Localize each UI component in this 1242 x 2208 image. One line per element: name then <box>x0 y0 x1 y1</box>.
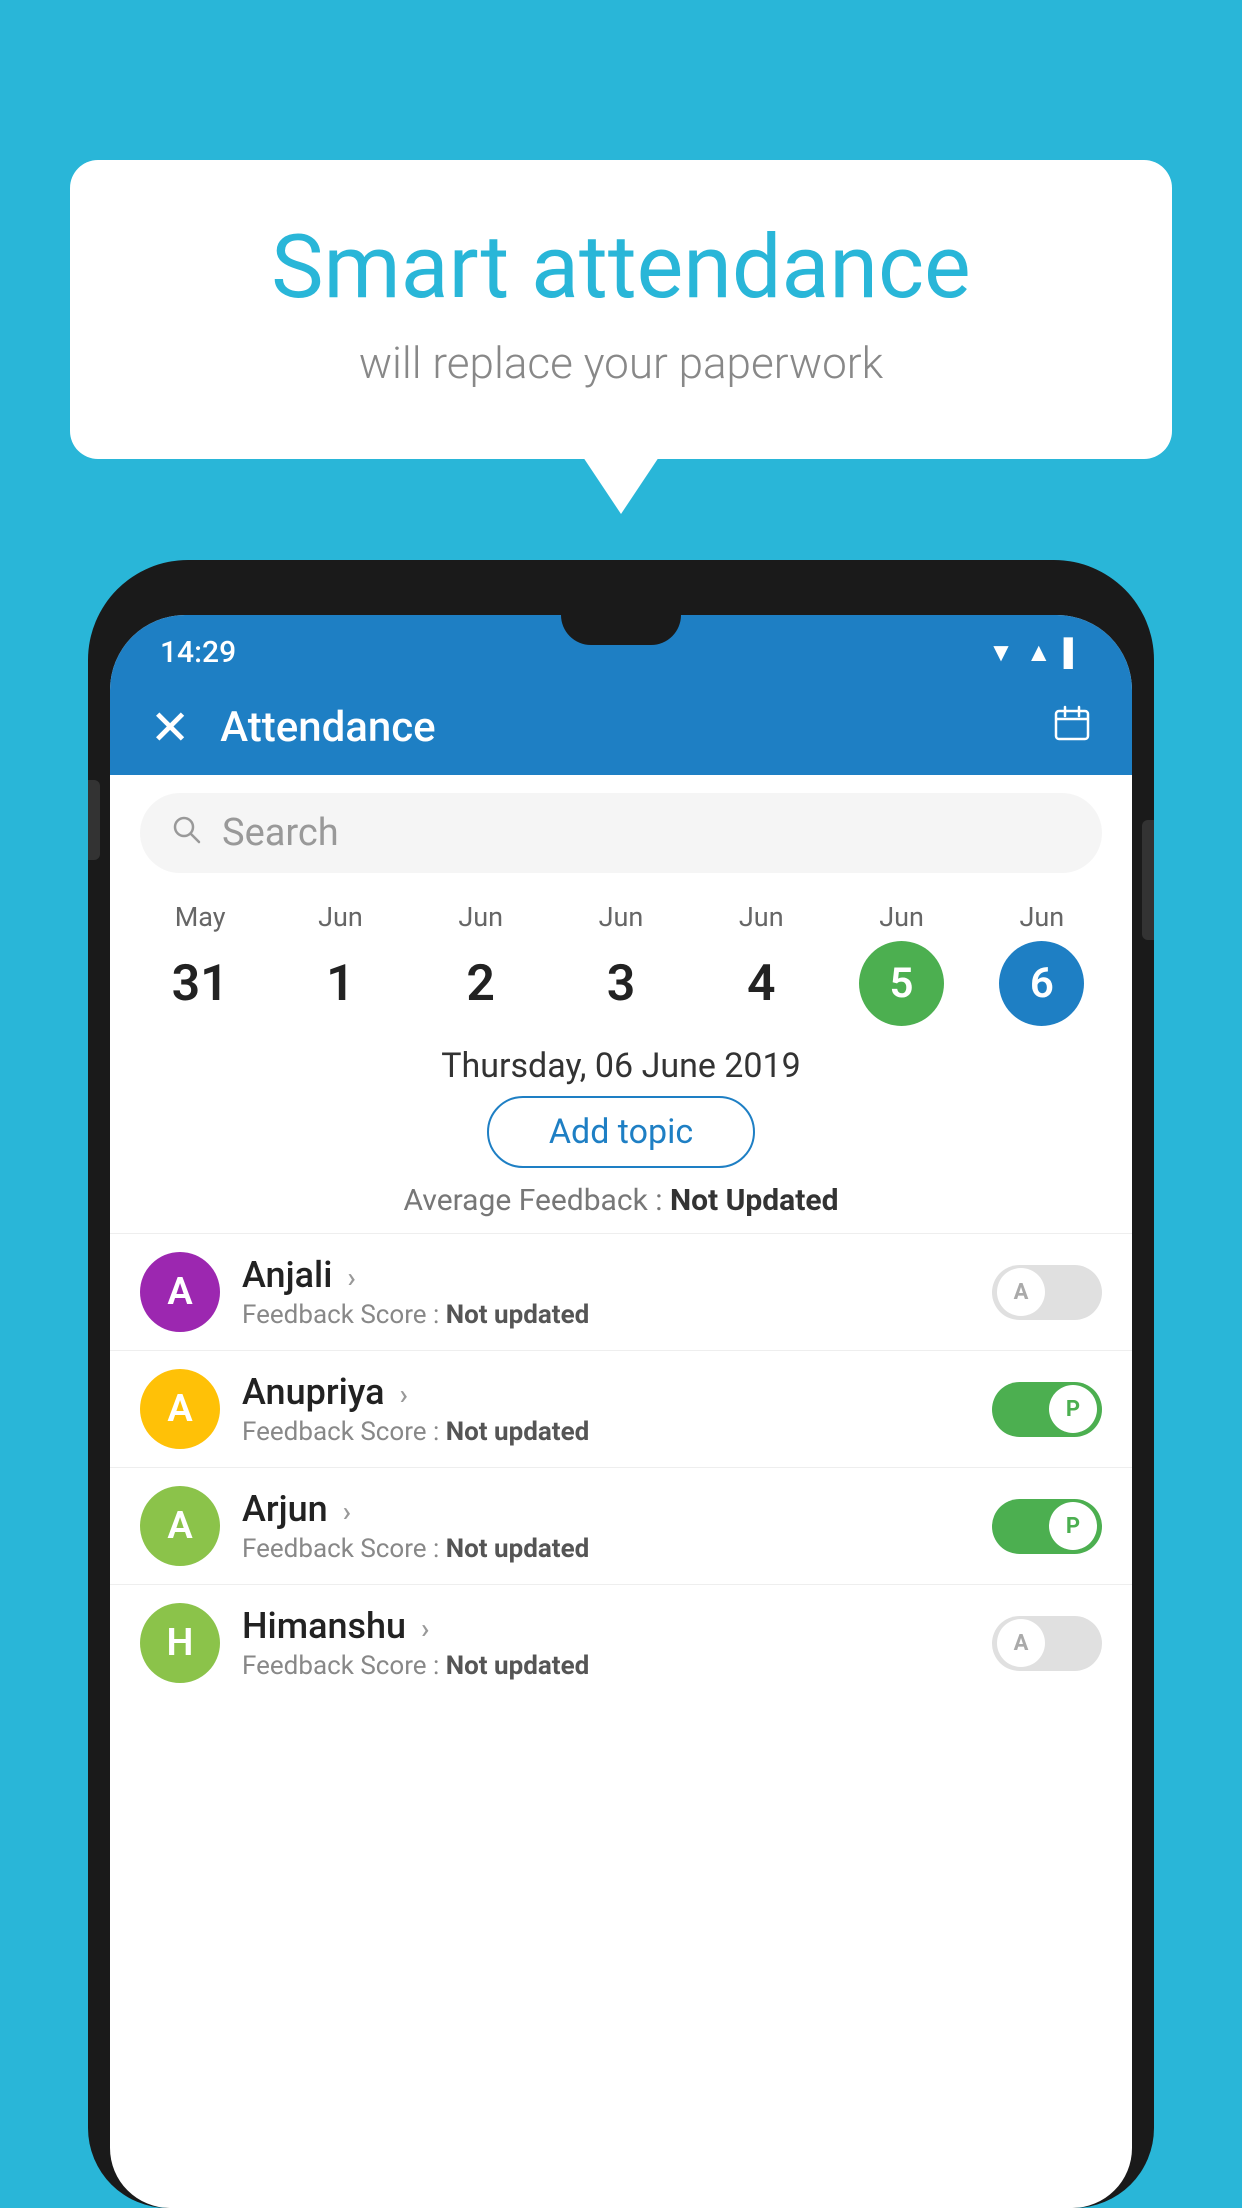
cal-date-number: 6 <box>999 941 1084 1026</box>
status-icons: ▼ ▲ ▌ <box>988 637 1082 668</box>
calendar-icon[interactable] <box>1052 703 1092 753</box>
student-item-0[interactable]: A Anjali › Feedback Score : Not updated A <box>110 1233 1132 1350</box>
attendance-toggle[interactable]: P <box>992 1499 1102 1554</box>
avg-feedback-label: Average Feedback : <box>404 1183 670 1218</box>
student-chevron-icon: › <box>421 1612 429 1645</box>
student-item-3[interactable]: H Himanshu › Feedback Score : Not updated A <box>110 1584 1132 1701</box>
selected-date-label: Thursday, 06 June 2019 <box>110 1046 1132 1086</box>
volume-button <box>88 780 100 860</box>
calendar-day-4[interactable]: Jun 4 <box>691 901 831 1026</box>
cal-date-number: 1 <box>298 941 383 1026</box>
speech-bubble-subtitle: will replace your paperwork <box>150 337 1092 389</box>
student-info: Himanshu › Feedback Score : Not updated <box>242 1605 970 1681</box>
student-avatar: A <box>140 1252 220 1332</box>
cal-month-label: Jun <box>1019 901 1064 933</box>
student-chevron-icon: › <box>347 1261 355 1294</box>
student-info: Anjali › Feedback Score : Not updated <box>242 1254 970 1330</box>
student-name: Arjun › <box>242 1488 970 1530</box>
phone-frame: 14:29 ▼ ▲ ▌ ✕ Attendance <box>88 560 1154 2208</box>
student-item-1[interactable]: A Anupriya › Feedback Score : Not updated P <box>110 1350 1132 1467</box>
toggle-knob: P <box>1049 1502 1097 1550</box>
battery-icon: ▌ <box>1064 637 1082 668</box>
search-input[interactable]: Search <box>222 811 339 855</box>
student-name: Anjali › <box>242 1254 970 1296</box>
signal-icon: ▲ <box>1026 637 1052 668</box>
student-score: Feedback Score : Not updated <box>242 1417 970 1447</box>
cal-month-label: Jun <box>458 901 503 933</box>
toggle-knob: P <box>1049 1385 1097 1433</box>
toggle-knob: A <box>997 1619 1045 1667</box>
attendance-toggle[interactable]: P <box>992 1382 1102 1437</box>
student-name: Anupriya › <box>242 1371 970 1413</box>
cal-month-label: May <box>175 901 226 933</box>
speech-bubble-title: Smart attendance <box>150 220 1092 317</box>
student-chevron-icon: › <box>399 1378 407 1411</box>
cal-date-number: 5 <box>859 941 944 1026</box>
power-button <box>1142 820 1154 940</box>
cal-date-number: 3 <box>578 941 663 1026</box>
cal-month-label: Jun <box>739 901 784 933</box>
cal-month-label: Jun <box>599 901 644 933</box>
wifi-icon: ▼ <box>988 637 1014 668</box>
attendance-toggle[interactable]: A <box>992 1265 1102 1320</box>
search-icon <box>170 813 202 854</box>
calendar-day-0[interactable]: May 31 <box>130 901 270 1026</box>
student-info: Arjun › Feedback Score : Not updated <box>242 1488 970 1564</box>
attendance-toggle[interactable]: A <box>992 1616 1102 1671</box>
student-score: Feedback Score : Not updated <box>242 1534 970 1564</box>
phone-screen: 14:29 ▼ ▲ ▌ ✕ Attendance <box>110 615 1132 2208</box>
student-avatar: A <box>140 1369 220 1449</box>
avg-feedback: Average Feedback : Not Updated <box>110 1183 1132 1218</box>
cal-date-number: 31 <box>158 941 243 1026</box>
close-button[interactable]: ✕ <box>150 699 190 756</box>
student-chevron-icon: › <box>343 1495 351 1528</box>
student-name: Himanshu › <box>242 1605 970 1647</box>
app-bar: ✕ Attendance <box>110 680 1132 775</box>
student-list: AAnjali ›Feedback Score : Not updatedAAA… <box>110 1233 1132 1701</box>
search-bar[interactable]: Search <box>140 793 1102 873</box>
toggle-knob: A <box>997 1268 1045 1316</box>
student-avatar: H <box>140 1603 220 1683</box>
add-topic-button[interactable]: Add topic <box>487 1096 755 1168</box>
cal-date-number: 4 <box>719 941 804 1026</box>
calendar-day-1[interactable]: Jun 1 <box>270 901 410 1026</box>
calendar-day-6[interactable]: Jun 6 <box>972 901 1112 1026</box>
student-avatar: A <box>140 1486 220 1566</box>
calendar-day-5[interactable]: Jun 5 <box>831 901 971 1026</box>
calendar-row: May 31 Jun 1 Jun 2 Jun 3 Jun 4 Jun 5 Jun 6 <box>110 891 1132 1031</box>
calendar-day-3[interactable]: Jun 3 <box>551 901 691 1026</box>
student-info: Anupriya › Feedback Score : Not updated <box>242 1371 970 1447</box>
cal-month-label: Jun <box>318 901 363 933</box>
cal-month-label: Jun <box>879 901 924 933</box>
avg-feedback-value: Not Updated <box>670 1183 839 1218</box>
student-item-2[interactable]: A Arjun › Feedback Score : Not updated P <box>110 1467 1132 1584</box>
student-score: Feedback Score : Not updated <box>242 1651 970 1681</box>
calendar-day-2[interactable]: Jun 2 <box>411 901 551 1026</box>
phone-notch <box>561 615 681 645</box>
cal-date-number: 2 <box>438 941 523 1026</box>
status-time: 14:29 <box>160 635 236 670</box>
app-bar-title: Attendance <box>220 703 1022 752</box>
student-score: Feedback Score : Not updated <box>242 1300 970 1330</box>
speech-bubble: Smart attendance will replace your paper… <box>70 160 1172 459</box>
